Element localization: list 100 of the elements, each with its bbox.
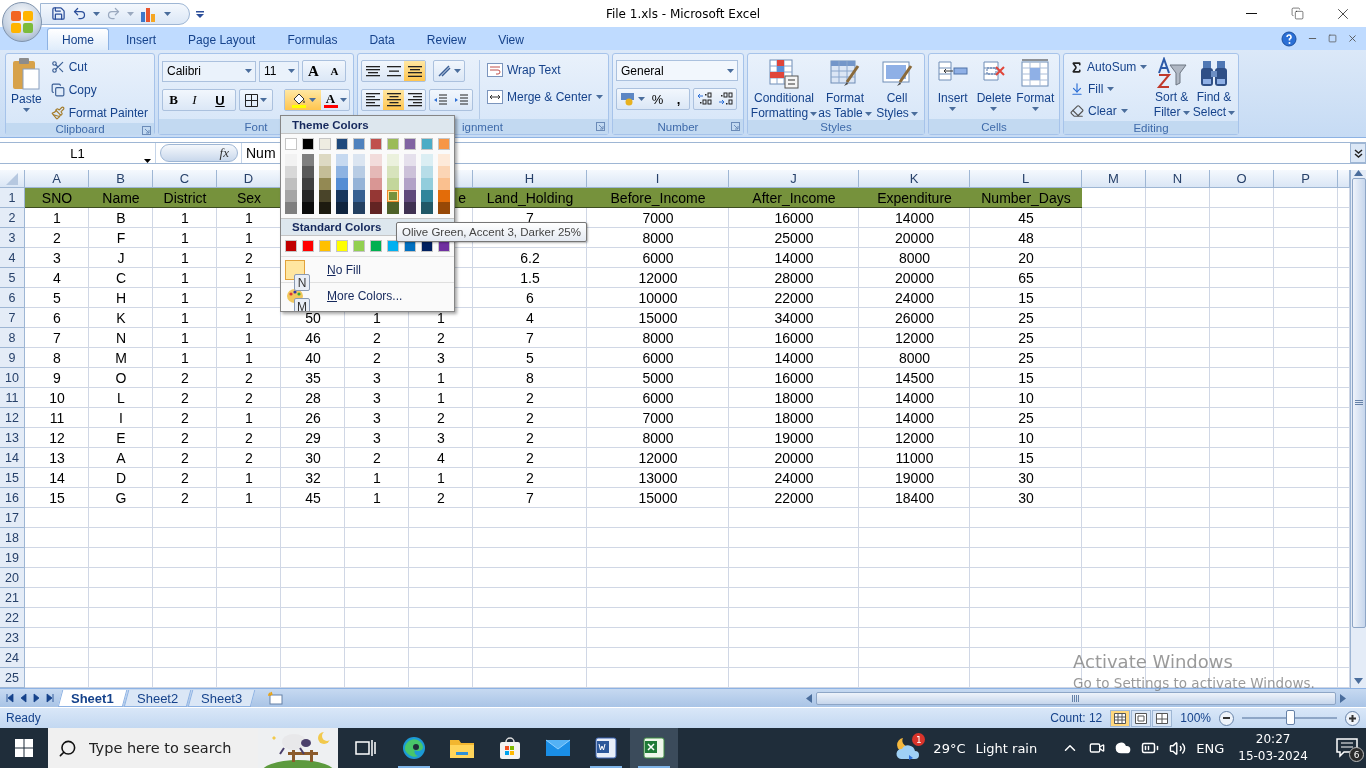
table-cell: 28 — [305, 390, 321, 406]
styles-button[interactable]: Format as Table — [819, 58, 871, 120]
italic-button[interactable]: I — [184, 90, 205, 110]
row-number[interactable]: 6 — [0, 288, 25, 308]
name-box[interactable]: L1 — [0, 143, 156, 163]
zoom-level[interactable]: 100% — [1180, 711, 1211, 725]
styles-button[interactable]: Conditional Formatting — [751, 58, 817, 120]
cells-button[interactable]: Insert — [932, 58, 974, 119]
column-header[interactable]: D — [217, 170, 281, 188]
row-number[interactable]: 14 — [0, 448, 25, 468]
row-number[interactable]: 2 — [0, 208, 25, 228]
row-number[interactable]: 12 — [0, 408, 25, 428]
paste-button[interactable]: Paste — [9, 57, 44, 123]
row-number[interactable]: 13 — [0, 428, 25, 448]
row-number[interactable]: 23 — [0, 628, 25, 648]
column-header[interactable]: M — [1082, 170, 1146, 188]
font-size-field[interactable]: 11 — [259, 60, 299, 82]
column-header[interactable]: P — [1274, 170, 1338, 188]
row-number[interactable]: 11 — [0, 388, 25, 408]
table-cell: 8000 — [642, 430, 674, 446]
row-number[interactable]: 1 — [0, 188, 25, 208]
autosum-button[interactable]: AutoSum — [1067, 57, 1151, 77]
ribbon-tab[interactable]: Insert — [111, 28, 172, 50]
table-cell: 1 — [437, 370, 445, 386]
ribbon-tab[interactable]: Home — [47, 28, 109, 50]
styles-button[interactable]: Cell Styles — [873, 58, 921, 120]
header-cell: Land_Holding — [486, 189, 574, 206]
table-cell: 15000 — [638, 310, 678, 326]
row-number[interactable]: 8 — [0, 328, 25, 348]
percent-button[interactable]: % — [647, 89, 668, 109]
row-number[interactable]: 10 — [0, 368, 25, 388]
comma-button[interactable]: , — [668, 89, 689, 109]
column-header[interactable]: H — [473, 170, 587, 188]
function-symbol[interactable]: fx — [219, 145, 229, 161]
column-header[interactable]: B — [89, 170, 153, 188]
clear-button[interactable]: Clear — [1067, 101, 1151, 121]
column-header[interactable]: I — [587, 170, 729, 188]
cells-button[interactable]: Delete — [973, 58, 1015, 119]
row-number[interactable]: 16 — [0, 488, 25, 508]
language-indicator[interactable]: ENG — [1196, 740, 1225, 756]
copy-button[interactable]: Copy — [47, 80, 151, 100]
table-cell: 1 — [373, 490, 381, 506]
ribbon-tab[interactable]: Data — [354, 28, 410, 50]
font-name-field[interactable]: Calibri — [162, 60, 256, 82]
underline-button[interactable]: U — [205, 90, 235, 110]
row-number[interactable]: 3 — [0, 228, 25, 248]
sheet-tab[interactable]: Sheet2 — [123, 689, 192, 707]
table-cell: 18400 — [895, 490, 934, 506]
table-cell: 2 — [181, 430, 189, 446]
table-cell: 1 — [437, 390, 445, 406]
sheet-tab[interactable]: Sheet3 — [187, 689, 256, 707]
column-header[interactable]: A — [25, 170, 89, 188]
table-cell: 1 — [181, 230, 189, 246]
clock[interactable]: 20:27 15-03-2024 — [1238, 731, 1308, 765]
table-cell: 16000 — [774, 370, 814, 386]
table-cell: 1 — [245, 210, 253, 226]
column-header[interactable]: K — [859, 170, 970, 188]
table-cell: 20000 — [895, 230, 934, 246]
table-cell: 30 — [1018, 470, 1034, 486]
row-number[interactable]: 19 — [0, 548, 25, 568]
ribbon-tab[interactable]: Review — [411, 28, 482, 50]
column-header[interactable]: O — [1210, 170, 1274, 188]
search-field[interactable]: Type here to search — [87, 739, 237, 757]
merge-center-button[interactable]: Merge & Center — [484, 87, 606, 107]
row-number[interactable]: 7 — [0, 308, 25, 328]
column-header[interactable]: L — [970, 170, 1082, 188]
row-number[interactable]: 17 — [0, 508, 25, 528]
wrap-text-button[interactable]: Wrap Text — [484, 60, 606, 80]
row-number[interactable]: 22 — [0, 608, 25, 628]
row-number[interactable]: 5 — [0, 268, 25, 288]
table-cell: E — [116, 430, 126, 446]
cells-button[interactable]: Format — [1014, 58, 1056, 119]
find-select-button[interactable]: Find & Select — [1193, 57, 1235, 121]
table-cell: 2 — [245, 450, 253, 466]
row-number[interactable]: 18 — [0, 528, 25, 548]
table-cell: 1 — [181, 350, 189, 366]
bold-button[interactable]: B — [163, 90, 184, 110]
row-number[interactable]: 4 — [0, 248, 25, 268]
shrink-font-button[interactable]: A — [324, 61, 345, 81]
row-number[interactable]: 20 — [0, 568, 25, 588]
ribbon-tab[interactable]: View — [483, 28, 539, 50]
column-header[interactable]: C — [153, 170, 217, 188]
column-header[interactable]: J — [729, 170, 859, 188]
column-header[interactable]: N — [1146, 170, 1210, 188]
row-number[interactable]: 9 — [0, 348, 25, 368]
fill-button[interactable]: Fill — [1067, 79, 1151, 99]
row-number[interactable]: 15 — [0, 468, 25, 488]
sort-filter-button[interactable]: Sort & Filter — [1152, 57, 1191, 121]
row-number[interactable]: 25 — [0, 668, 25, 688]
cut-button[interactable]: Cut — [47, 57, 151, 77]
row-number[interactable]: 21 — [0, 588, 25, 608]
font-color-button[interactable]: A — [321, 90, 349, 110]
table-cell: 26000 — [895, 310, 934, 326]
row-number[interactable]: 24 — [0, 648, 25, 668]
grow-font-button[interactable]: A — [303, 61, 324, 81]
sheet-tab[interactable]: Sheet1 — [57, 689, 127, 707]
ribbon-tab[interactable]: Page Layout — [173, 28, 271, 50]
number-format-field[interactable]: General — [616, 60, 738, 81]
format-painter-button[interactable]: Format Painter — [47, 103, 151, 123]
ribbon-tab[interactable]: Formulas — [272, 28, 353, 50]
